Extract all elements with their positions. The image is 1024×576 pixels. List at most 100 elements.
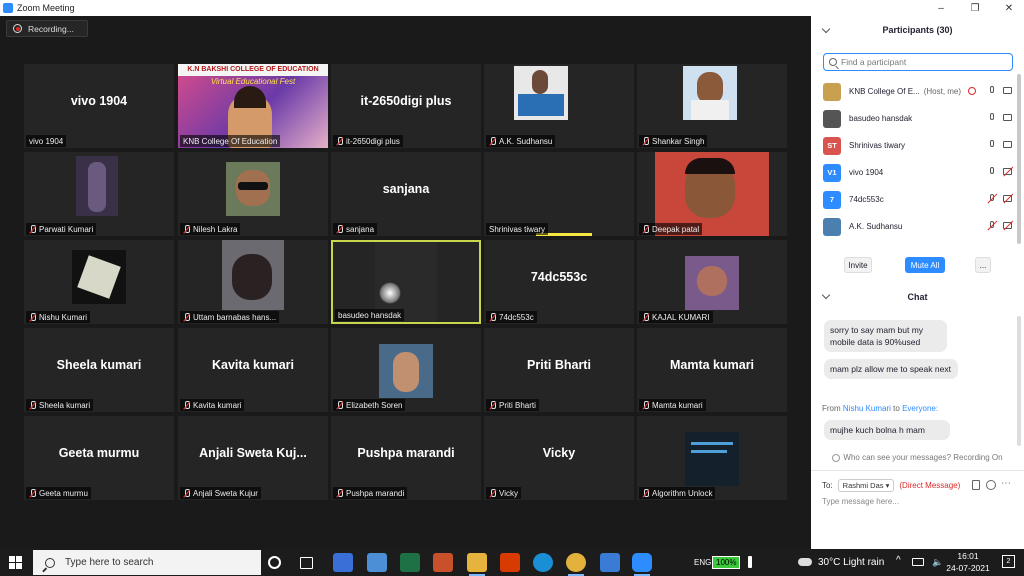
video-tile[interactable]: Algorithm Unlock <box>637 416 787 500</box>
video-tile[interactable]: 74dc553c 74dc553c <box>484 240 634 324</box>
tile-name-text: Mamta kumari <box>652 400 703 410</box>
tile-name-label: 74dc553c <box>486 311 537 323</box>
clock-time[interactable]: 16:01 <box>952 551 984 561</box>
office-icon[interactable] <box>500 553 520 572</box>
mic-icon[interactable] <box>987 86 997 96</box>
video-tile[interactable]: Uttam barnabas hans... <box>178 240 328 324</box>
chrome-icon[interactable] <box>566 553 586 576</box>
video-tile[interactable]: A.K. Sudhansu <box>484 64 634 148</box>
video-tile[interactable]: Nishu Kumari <box>24 240 174 324</box>
weather-text[interactable]: 30°C Light rain <box>818 557 884 568</box>
video-tile[interactable]: Pushpa marandi Pushpa marandi <box>331 416 481 500</box>
battery-indicator[interactable]: 100% <box>712 556 741 569</box>
network-icon[interactable] <box>912 558 924 566</box>
camera-icon[interactable] <box>1003 140 1013 150</box>
video-tile[interactable]: vivo 1904 vivo 1904 <box>24 64 174 148</box>
muted-mic-icon[interactable] <box>987 194 997 204</box>
message-visibility-notice[interactable]: Who can see your messages? Recording On <box>811 453 1024 462</box>
tile-name-label: KAJAL KUMARI <box>639 311 713 323</box>
more-options-button[interactable]: ... <box>975 257 991 273</box>
video-tile[interactable]: Anjali Sweta Kuj... Anjali Sweta Kujur <box>178 416 328 500</box>
recipient-dropdown[interactable]: Rashmi Das ▾ <box>837 478 895 492</box>
tile-name-label: Mamta kumari <box>639 399 706 411</box>
video-tile[interactable]: Shankar Singh <box>637 64 787 148</box>
video-tile[interactable]: Shrinivas tiwary <box>484 152 634 236</box>
notification-icon[interactable]: 2 <box>1002 555 1015 568</box>
clock-date[interactable]: 24-07-2021 <box>942 563 994 573</box>
close-button[interactable]: ✕ <box>994 0 1024 16</box>
muted-mic-icon <box>642 312 649 322</box>
excel-icon[interactable] <box>400 553 420 572</box>
chat-scrollbar[interactable] <box>1017 316 1021 446</box>
edge-icon[interactable] <box>533 553 553 572</box>
maximize-button[interactable]: ❐ <box>960 0 990 16</box>
store-icon[interactable] <box>367 553 387 572</box>
participant-row[interactable]: 7 74dc553c <box>821 186 1017 213</box>
participant-avatar: ST <box>823 136 841 155</box>
mic-icon[interactable] <box>987 140 997 150</box>
camera-off-icon[interactable] <box>1003 167 1013 177</box>
tile-banner: K.N BAKSHI COLLEGE OF EDUCATION <box>178 64 328 76</box>
participant-row[interactable]: basudeo hansdak <box>821 105 1017 132</box>
chat-sender-name[interactable]: Nishu Kumari <box>843 404 891 413</box>
video-tile[interactable]: Mamta kumari Mamta kumari <box>637 328 787 412</box>
video-tile[interactable]: Geeta murmu Geeta murmu <box>24 416 174 500</box>
mute-all-button[interactable]: Mute All <box>905 257 945 273</box>
mic-icon[interactable] <box>987 167 997 177</box>
participant-row[interactable]: V1 vivo 1904 <box>821 159 1017 186</box>
video-tile[interactable]: basudeo hansdak <box>331 240 481 324</box>
tile-name-text: Anjali Sweta Kujur <box>193 488 258 498</box>
from-prefix: From <box>822 404 841 413</box>
video-tile[interactable]: Kavita kumari Kavita kumari <box>178 328 328 412</box>
window-titlebar: Zoom Meeting – ❐ ✕ <box>0 0 1024 16</box>
language-indicator[interactable]: ENG <box>694 558 711 567</box>
to-label: To: <box>822 480 833 490</box>
plug-icon <box>748 556 752 568</box>
video-tile[interactable]: Parwati Kumari <box>24 152 174 236</box>
video-tile[interactable]: sanjana sanjana <box>331 152 481 236</box>
participant-row[interactable]: ST Shrinivas tiwary <box>821 132 1017 159</box>
video-tile[interactable]: Priti Bharti Priti Bharti <box>484 328 634 412</box>
participants-header: Participants (30) <box>811 16 1024 44</box>
video-tile[interactable]: KAJAL KUMARI <box>637 240 787 324</box>
participant-row[interactable]: A.K. Sudhansu <box>821 213 1017 240</box>
app-icon[interactable] <box>333 553 353 572</box>
video-tile[interactable]: Sheela kumari Sheela kumari <box>24 328 174 412</box>
more-icon[interactable]: ⋯ <box>1001 478 1011 489</box>
video-tile[interactable]: K.N BAKSHI COLLEGE OF EDUCATION Virtual E… <box>178 64 328 148</box>
cortana-icon[interactable] <box>268 556 281 569</box>
participant-scrollbar[interactable] <box>1017 74 1021 244</box>
windows-start-icon[interactable] <box>9 556 22 569</box>
emoji-icon[interactable] <box>986 480 996 490</box>
video-tile[interactable]: Vicky Vicky <box>484 416 634 500</box>
chat-message: mam plz allow me to speak next <box>824 359 958 379</box>
camera-icon[interactable] <box>1003 86 1013 96</box>
participant-search-input[interactable]: Find a participant <box>823 53 1013 71</box>
task-view-icon[interactable] <box>300 557 313 569</box>
zoom-app-icon[interactable] <box>632 553 652 576</box>
tile-name-text: Algorithm Unlock <box>652 488 713 498</box>
muted-mic-icon[interactable] <box>987 221 997 231</box>
chat-messages: sorry to say mam but my mobile data is 9… <box>820 316 1015 446</box>
invite-button[interactable]: Invite <box>844 257 872 273</box>
chat-input[interactable]: Type message here... <box>822 497 899 506</box>
video-tile[interactable]: Elizabeth Soren <box>331 328 481 412</box>
participant-row[interactable]: KNB College Of E... (Host, me) <box>821 78 1017 105</box>
tile-display-name: Anjali Sweta Kuj... <box>199 446 307 460</box>
video-tile[interactable]: Nilesh Lakra <box>178 152 328 236</box>
chevron-up-icon[interactable]: ^ <box>896 555 901 566</box>
camera-off-icon[interactable] <box>1003 194 1013 204</box>
video-tile[interactable]: Deepak patal <box>637 152 787 236</box>
file-icon[interactable] <box>972 480 980 490</box>
minimize-button[interactable]: – <box>926 0 956 16</box>
camera-off-icon[interactable] <box>1003 221 1013 231</box>
pdf-icon[interactable] <box>433 553 453 572</box>
taskbar-search-input[interactable]: Type here to search <box>33 550 261 575</box>
chevron-down-icon[interactable] <box>821 24 831 34</box>
camera-icon[interactable] <box>1003 113 1013 123</box>
mic-icon[interactable] <box>987 113 997 123</box>
file-explorer-icon[interactable] <box>467 553 487 576</box>
video-tile[interactable]: it-2650digi plus it-2650digi plus <box>331 64 481 148</box>
recording-indicator[interactable]: Recording... <box>6 20 88 37</box>
photos-icon[interactable] <box>600 553 620 572</box>
